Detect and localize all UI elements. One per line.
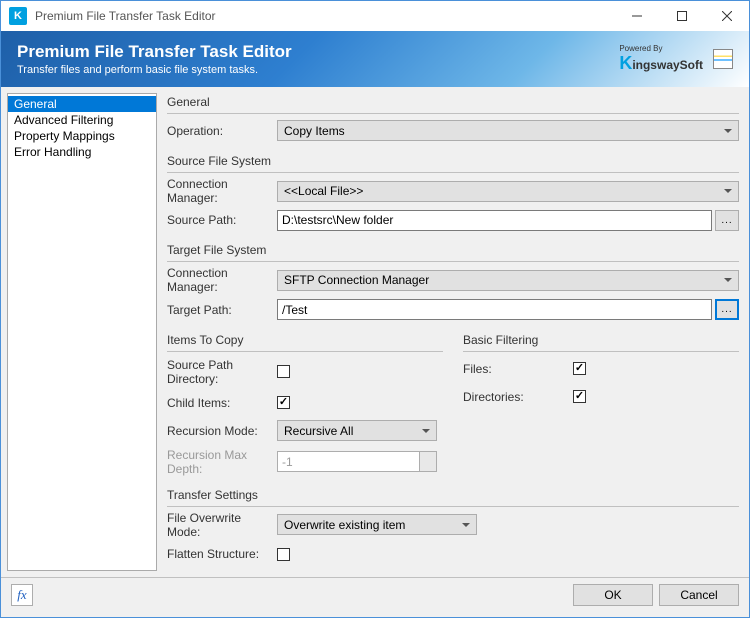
tgt-conn-dropdown[interactable]: SFTP Connection Manager (277, 270, 739, 291)
recursion-depth-spinner: -1 (277, 451, 437, 472)
flatten-label: Flatten Structure: (167, 547, 277, 561)
app-icon: K (9, 7, 27, 25)
child-items-label: Child Items: (167, 396, 277, 410)
main-panel: General Operation: Copy Items Source Fil… (163, 93, 743, 571)
section-target: Target File System (167, 241, 739, 259)
recursion-mode-label: Recursion Mode: (167, 424, 277, 438)
banner-title: Premium File Transfer Task Editor (17, 42, 292, 62)
divider (463, 351, 739, 352)
divider (167, 172, 739, 173)
flatten-checkbox[interactable] (277, 548, 290, 561)
banner-subtitle: Transfer files and perform basic file sy… (17, 64, 292, 76)
overwrite-dropdown[interactable]: Overwrite existing item (277, 514, 477, 535)
fx-button[interactable]: fx (11, 584, 33, 606)
document-icon[interactable] (713, 49, 733, 69)
src-path-dir-checkbox[interactable] (277, 365, 290, 378)
src-path-input[interactable]: D:\testsrc\New folder (277, 210, 712, 231)
tgt-conn-label: Connection Manager: (167, 266, 277, 294)
sidebar: General Advanced Filtering Property Mapp… (7, 93, 157, 571)
tgt-path-label: Target Path: (167, 303, 277, 317)
divider (167, 113, 739, 114)
sidebar-item-general[interactable]: General (8, 96, 156, 112)
sidebar-item-advanced-filtering[interactable]: Advanced Filtering (8, 112, 156, 128)
section-general: General (167, 93, 739, 111)
ok-button[interactable]: OK (573, 584, 653, 606)
divider (167, 261, 739, 262)
close-button[interactable] (704, 1, 749, 31)
section-items: Items To Copy (167, 331, 443, 349)
files-checkbox[interactable] (573, 362, 586, 375)
divider (167, 506, 739, 507)
src-path-dir-label: Source Path Directory: (167, 358, 277, 386)
tgt-path-input[interactable]: /Test (277, 299, 712, 320)
maximize-button[interactable] (659, 1, 704, 31)
section-source: Source File System (167, 152, 739, 170)
section-filtering: Basic Filtering (463, 331, 739, 349)
src-conn-dropdown[interactable]: <<Local File>> (277, 181, 739, 202)
banner: Premium File Transfer Task Editor Transf… (1, 31, 749, 87)
brand-logo: Powered By KingswaySoft (619, 44, 703, 74)
src-conn-label: Connection Manager: (167, 177, 277, 205)
operation-dropdown[interactable]: Copy Items (277, 120, 739, 141)
titlebar: K Premium File Transfer Task Editor (1, 1, 749, 31)
cancel-button[interactable]: Cancel (659, 584, 739, 606)
sidebar-item-error-handling[interactable]: Error Handling (8, 144, 156, 160)
src-path-browse-button[interactable]: ... (715, 210, 739, 231)
files-label: Files: (463, 362, 573, 376)
footer: fx OK Cancel (1, 577, 749, 611)
operation-label: Operation: (167, 124, 277, 138)
tgt-path-browse-button[interactable]: ... (715, 299, 739, 320)
sidebar-item-property-mappings[interactable]: Property Mappings (8, 128, 156, 144)
directories-label: Directories: (463, 390, 573, 404)
overwrite-label: File Overwrite Mode: (167, 511, 277, 539)
window-controls (614, 1, 749, 31)
divider (167, 351, 443, 352)
src-path-label: Source Path: (167, 213, 277, 227)
window-title: Premium File Transfer Task Editor (35, 9, 614, 23)
recursion-mode-dropdown[interactable]: Recursive All (277, 420, 437, 441)
section-transfer: Transfer Settings (167, 486, 739, 504)
child-items-checkbox[interactable] (277, 396, 290, 409)
directories-checkbox[interactable] (573, 390, 586, 403)
minimize-button[interactable] (614, 1, 659, 31)
recursion-depth-label: Recursion Max Depth: (167, 448, 277, 476)
